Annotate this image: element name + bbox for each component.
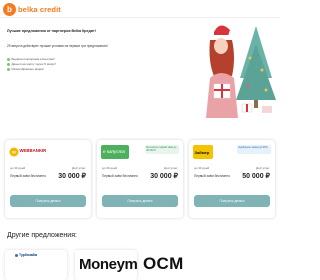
loan-amount: 30 000 ₽ [58,172,86,180]
ekapusta-logo: е капуста [101,145,129,159]
belka-credit-logo[interactable]: b belka credit [3,3,61,16]
site-header: b belka credit [0,0,280,18]
zaimer-logo: Займер [193,145,213,159]
ekapusta-logo-text: е капуста [103,149,125,154]
other-offer-ocm[interactable]: OCM [143,250,183,280]
other-offers-title: Другие предложения: [7,232,77,239]
loan-amount: 30 000 ₽ [150,172,178,180]
loan-label: Первый заём бесплатно [102,173,139,178]
offer-card-ekapusta[interactable]: е капуста Бесплатно первый заём до 30 00… [97,140,183,218]
hero-illustration [206,25,276,118]
logo-mark-icon: b [3,3,16,16]
moneyman-logo-text: Moneyman [79,256,137,273]
hero-subtitle: 29 августа действуют лучшие условия на п… [7,44,108,48]
check-icon [7,58,10,61]
term-label: до 30 дней [194,166,210,170]
turbozaim-logo-text: Турбозайм [19,253,38,257]
promo-badge: Бесплатно первый заём до 30 000 ₽ [145,145,179,154]
hero-title: Лучшие предложения от партнеров Belka Кр… [7,29,96,33]
hero-section: Лучшие предложения от партнеров Belka Кр… [0,18,280,118]
available-label: Доступно: [256,166,270,170]
available-label: Доступно: [164,166,178,170]
logo-text: belka credit [18,5,61,14]
webbankir-logo-text: WEBBANKIR [19,148,47,153]
term-label: до 30 дней [102,166,118,170]
offer-card-zaimer[interactable]: Займер Одобрение заявок до 96% до 30 дне… [189,140,275,218]
benefit-item: Разнообразные акции! [7,67,56,72]
benefit-list: Выдача повторным клиентам! Деньги на кар… [7,57,56,72]
ocm-logo-text: OCM [143,254,183,273]
loan-amount: 50 000 ₽ [242,172,270,180]
offer-cards: W WEBBANKIR до 30 дней Первый заём беспл… [0,140,280,218]
zaimer-logo-text: Займер [194,149,210,155]
other-offer-moneyman[interactable]: Moneyman [75,250,137,280]
svg-text:W: W [12,150,16,155]
loan-label: Первый заём бесплатно [194,173,231,178]
webbankir-logo: W WEBBANKIR [9,145,46,159]
term-label: до 30 дней [10,166,26,170]
check-icon [7,68,10,71]
promo-badge: Одобрение заявок до 96% [237,145,271,154]
check-icon [7,63,10,66]
offer-card-webbankir[interactable]: W WEBBANKIR до 30 дней Первый заём беспл… [5,140,91,218]
turbozaim-logo-icon [15,253,18,257]
other-offer-turbozaim[interactable]: Турбозайм [5,250,67,280]
loan-label: Первый заём бесплатно [10,173,47,178]
get-money-button[interactable]: Получить деньги [194,195,270,207]
available-label: Доступно: [72,166,86,170]
get-money-button[interactable]: Получить деньги [10,195,86,207]
other-offers-row: Турбозайм Moneyman OCM [0,250,280,280]
get-money-button[interactable]: Получить деньги [102,195,178,207]
santa-hat-icon [214,25,230,36]
